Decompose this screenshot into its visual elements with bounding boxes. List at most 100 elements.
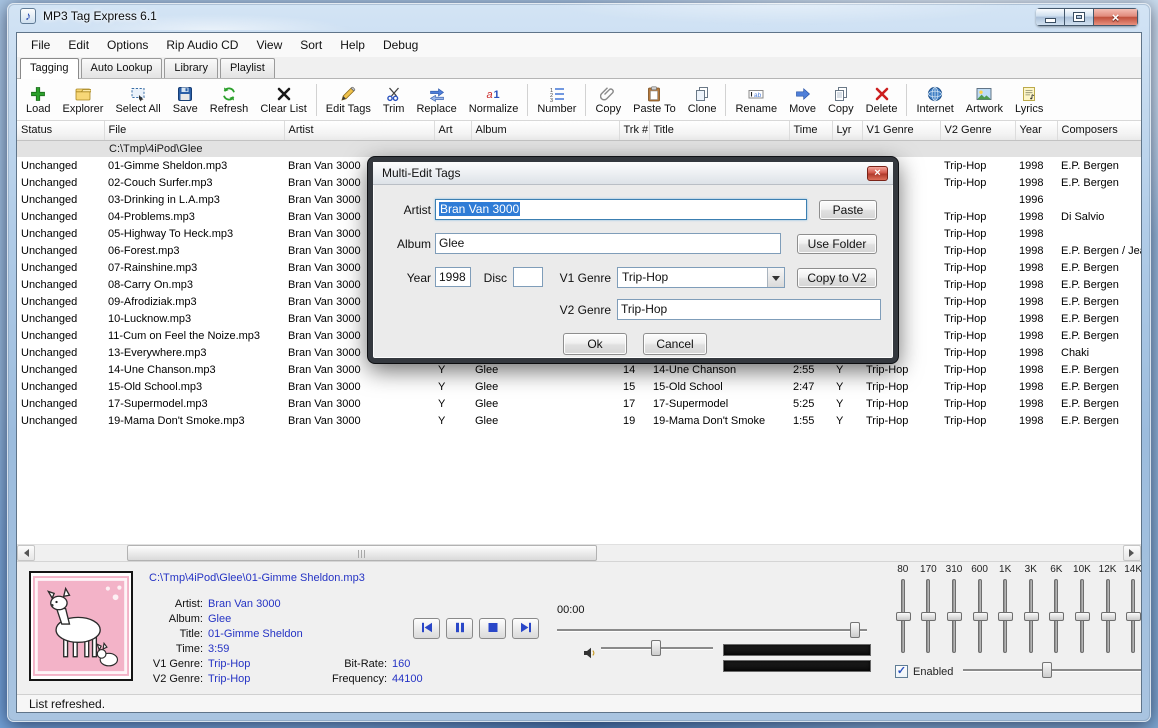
- scrollbar-track[interactable]: [35, 545, 1123, 561]
- toolbar-button-load[interactable]: Load: [20, 81, 56, 119]
- chevron-down-icon[interactable]: [767, 268, 784, 287]
- toolbar-button-move[interactable]: Move: [783, 81, 822, 119]
- paste-button[interactable]: Paste: [819, 200, 877, 220]
- close-button[interactable]: ×: [1093, 8, 1138, 26]
- ok-button[interactable]: Ok: [563, 333, 627, 355]
- group-row[interactable]: C:\Tmp\4iPod\Glee: [17, 140, 1141, 157]
- toolbar-button-copy[interactable]: Copy: [589, 81, 627, 119]
- eq-slider[interactable]: [1054, 579, 1058, 653]
- tab-library[interactable]: Library: [164, 58, 218, 78]
- v2-genre-input[interactable]: Trip-Hop: [617, 299, 881, 320]
- toolbar-button-explorer[interactable]: Explorer: [56, 81, 109, 119]
- playback-position-thumb[interactable]: [850, 622, 860, 638]
- menu-item-rip-audio-cd[interactable]: Rip Audio CD: [157, 34, 247, 56]
- scroll-left-button[interactable]: [17, 545, 35, 561]
- eq-preamp-slider[interactable]: [963, 662, 1142, 678]
- volume-slider[interactable]: [601, 640, 713, 656]
- toolbar-button-paste-to[interactable]: Paste To: [627, 81, 682, 119]
- table-row[interactable]: Unchanged15-Old School.mp3Bran Van 3000Y…: [17, 378, 1141, 395]
- tab-auto-lookup[interactable]: Auto Lookup: [81, 58, 163, 78]
- menu-item-options[interactable]: Options: [98, 34, 157, 56]
- eq-slider-thumb[interactable]: [973, 612, 988, 621]
- year-input[interactable]: 1998: [435, 267, 471, 287]
- toolbar-button-normalize[interactable]: a1Normalize: [463, 81, 525, 119]
- column-header-artist[interactable]: Artist: [284, 121, 434, 140]
- toolbar-button-clear-list[interactable]: Clear List: [254, 81, 312, 119]
- dialog-title-bar[interactable]: Multi-Edit Tags ×: [373, 162, 893, 185]
- table-row[interactable]: Unchanged14-Une Chanson.mp3Bran Van 3000…: [17, 361, 1141, 378]
- toolbar-button-refresh[interactable]: Refresh: [204, 81, 255, 119]
- eq-slider[interactable]: [978, 579, 982, 653]
- title-bar[interactable]: ♪ MP3 Tag Express 6.1 ×: [7, 3, 1151, 29]
- toolbar-button-lyrics[interactable]: Lyrics: [1009, 81, 1049, 119]
- toolbar-button-select-all[interactable]: Select All: [109, 81, 166, 119]
- column-header-year[interactable]: Year: [1015, 121, 1057, 140]
- eq-slider-thumb[interactable]: [921, 612, 936, 621]
- column-header-v1-genre[interactable]: V1 Genre: [862, 121, 940, 140]
- column-header-composers[interactable]: Composers: [1057, 121, 1141, 140]
- eq-slider[interactable]: [926, 579, 930, 653]
- next-button[interactable]: [512, 618, 539, 639]
- artist-input[interactable]: Bran Van 3000: [435, 199, 807, 220]
- menu-item-edit[interactable]: Edit: [59, 34, 98, 56]
- tab-playlist[interactable]: Playlist: [220, 58, 275, 78]
- toolbar-button-number[interactable]: 123Number: [531, 81, 582, 119]
- eq-slider-thumb[interactable]: [1049, 612, 1064, 621]
- eq-slider[interactable]: [1003, 579, 1007, 653]
- column-header-art[interactable]: Art: [434, 121, 471, 140]
- eq-slider[interactable]: [901, 579, 905, 653]
- eq-slider-thumb[interactable]: [1126, 612, 1141, 621]
- column-header-status[interactable]: Status: [17, 121, 104, 140]
- toolbar-button-trim[interactable]: Trim: [377, 81, 411, 119]
- toolbar-button-edit-tags[interactable]: Edit Tags: [320, 81, 377, 119]
- column-header-trk[interactable]: Trk #: [619, 121, 649, 140]
- eq-slider-thumb[interactable]: [947, 612, 962, 621]
- column-header-lyr[interactable]: Lyr: [832, 121, 862, 140]
- eq-slider-thumb[interactable]: [1101, 612, 1116, 621]
- toolbar-button-clone[interactable]: Clone: [682, 81, 723, 119]
- eq-slider[interactable]: [1029, 579, 1033, 653]
- toolbar-button-internet[interactable]: Internet: [910, 81, 959, 119]
- toolbar-button-copy[interactable]: Copy: [822, 81, 860, 119]
- menu-item-debug[interactable]: Debug: [374, 34, 427, 56]
- minimize-button[interactable]: [1036, 8, 1065, 26]
- volume-thumb[interactable]: [651, 640, 661, 656]
- column-header-v2-genre[interactable]: V2 Genre: [940, 121, 1015, 140]
- tab-tagging[interactable]: Tagging: [20, 58, 79, 79]
- column-header-file[interactable]: File: [104, 121, 284, 140]
- disc-input[interactable]: [513, 267, 543, 287]
- menu-item-sort[interactable]: Sort: [291, 34, 331, 56]
- stop-button[interactable]: [479, 618, 506, 639]
- eq-slider-thumb[interactable]: [1024, 612, 1039, 621]
- playback-position-slider[interactable]: [557, 622, 867, 638]
- scrollbar-thumb[interactable]: [127, 545, 597, 561]
- toolbar-button-replace[interactable]: Replace: [410, 81, 462, 119]
- use-folder-button[interactable]: Use Folder: [797, 234, 877, 254]
- eq-slider[interactable]: [1106, 579, 1110, 653]
- menu-item-file[interactable]: File: [22, 34, 59, 56]
- toolbar-button-delete[interactable]: Delete: [860, 81, 904, 119]
- v1-genre-dropdown[interactable]: Trip-Hop: [617, 267, 785, 288]
- pause-button[interactable]: [446, 618, 473, 639]
- menu-item-view[interactable]: View: [247, 34, 291, 56]
- maximize-button[interactable]: [1064, 8, 1094, 26]
- toolbar-button-artwork[interactable]: Artwork: [960, 81, 1009, 119]
- table-row[interactable]: Unchanged19-Mama Don't Smoke.mp3Bran Van…: [17, 412, 1141, 429]
- eq-slider-thumb[interactable]: [1075, 612, 1090, 621]
- column-header-album[interactable]: Album: [471, 121, 619, 140]
- previous-button[interactable]: [413, 618, 440, 639]
- toolbar-button-rename[interactable]: abRename: [729, 81, 783, 119]
- menu-item-help[interactable]: Help: [331, 34, 374, 56]
- album-input[interactable]: Glee: [435, 233, 781, 254]
- column-header-time[interactable]: Time: [789, 121, 832, 140]
- eq-slider[interactable]: [1080, 579, 1084, 653]
- toolbar-button-save[interactable]: Save: [167, 81, 204, 119]
- eq-preamp-thumb[interactable]: [1042, 662, 1052, 678]
- eq-slider[interactable]: [1131, 579, 1135, 653]
- scroll-right-button[interactable]: [1123, 545, 1141, 561]
- dialog-close-button[interactable]: ×: [867, 166, 888, 181]
- eq-slider[interactable]: [952, 579, 956, 653]
- column-header-title[interactable]: Title: [649, 121, 789, 140]
- eq-enabled-checkbox[interactable]: ✓: [895, 665, 908, 678]
- copy-to-v2-button[interactable]: Copy to V2: [797, 268, 877, 288]
